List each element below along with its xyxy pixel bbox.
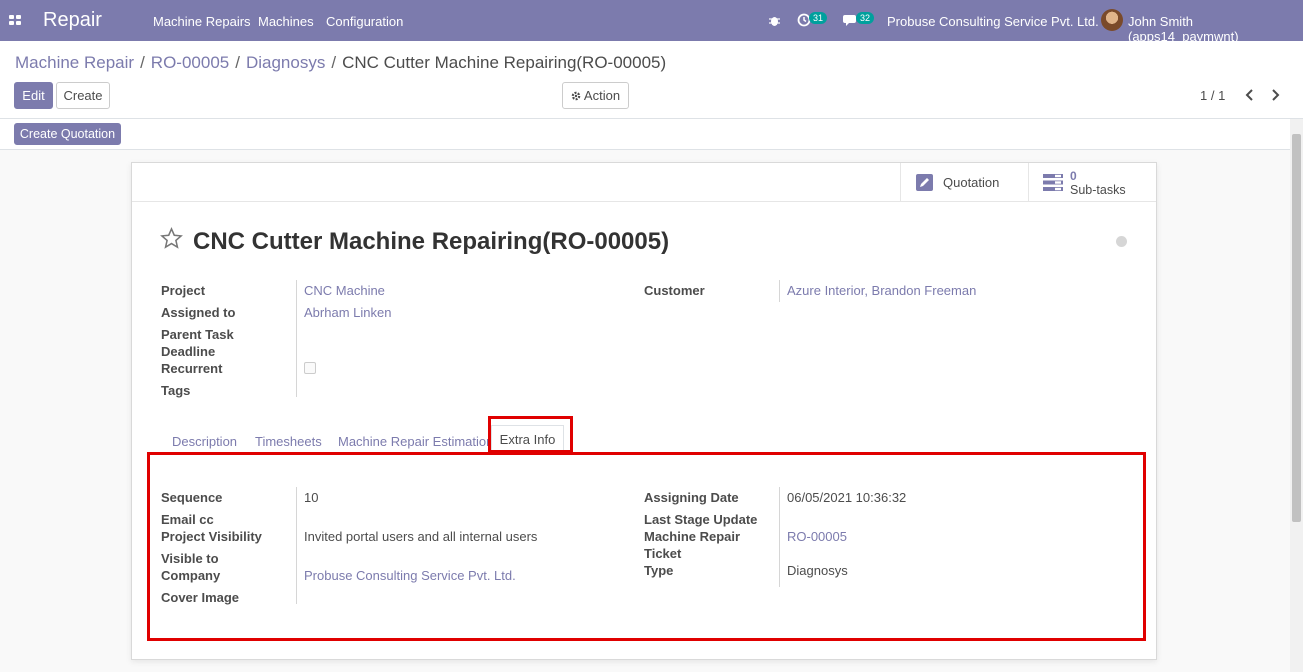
tab-timesheets[interactable]: Timesheets xyxy=(255,434,322,449)
quotation-smart-button[interactable]: Quotation xyxy=(900,163,1029,202)
tab-description[interactable]: Description xyxy=(172,434,237,449)
breadcrumb-current: CNC Cutter Machine Repairing(RO-00005) xyxy=(342,53,667,72)
chevron-left-icon[interactable] xyxy=(1245,89,1254,101)
bug-icon[interactable] xyxy=(768,14,781,27)
value-customer[interactable]: Azure Interior, Brandon Freeman xyxy=(787,283,976,298)
app-name[interactable]: Repair xyxy=(43,9,102,32)
menu-machine-repairs[interactable]: Machine Repairs xyxy=(153,14,251,29)
apps-menu-icon[interactable] xyxy=(9,15,21,26)
value-assigned-to[interactable]: Abrham Linken xyxy=(304,305,391,320)
messages-badge: 32 xyxy=(856,12,875,24)
value-project[interactable]: CNC Machine xyxy=(304,283,385,298)
menu-configuration[interactable]: Configuration xyxy=(326,14,403,29)
gear-icon xyxy=(571,91,581,100)
company-switcher[interactable]: Probuse Consulting Service Pvt. Ltd. xyxy=(887,14,1099,29)
create-quotation-button[interactable]: Create Quotation xyxy=(14,123,121,145)
statusbar: Create Quotation xyxy=(0,119,1290,150)
activity-badge: 31 xyxy=(809,12,828,24)
label-project: Project xyxy=(161,283,206,298)
action-label: Action xyxy=(583,88,621,103)
button-box: Quotation 0 Sub-tasks xyxy=(132,163,1156,202)
top-navbar: Repair Machine Repairs Machines Configur… xyxy=(0,0,1303,44)
kanban-state-indicator[interactable] xyxy=(1116,236,1127,247)
scrollbar-thumb[interactable] xyxy=(1292,134,1301,522)
edit-button[interactable]: Edit xyxy=(14,82,53,109)
label-customer: Customer xyxy=(644,283,705,298)
breadcrumb-ro[interactable]: RO-00005 xyxy=(151,53,229,72)
label-deadline: Deadline xyxy=(161,344,216,359)
label-assigned-to: Assigned to xyxy=(161,305,236,320)
control-panel: Machine Repair / RO-00005/Diagnosys / CNC Cu… xyxy=(0,41,1303,119)
highlight-extra-info-tab xyxy=(488,416,573,453)
subtasks-count: 0 xyxy=(1070,168,1077,183)
subtasks-label: Sub-tasks xyxy=(1070,182,1126,197)
action-button[interactable]: Action xyxy=(562,82,629,109)
breadcrumb-diagnosys[interactable]: Diagnosys xyxy=(246,53,325,72)
label-tags: Tags xyxy=(161,383,191,398)
pager-value[interactable]: 1 / 1 xyxy=(1200,88,1225,103)
chevron-right-icon[interactable] xyxy=(1271,89,1280,101)
subtasks-smart-button[interactable]: 0 Sub-tasks xyxy=(1028,163,1156,202)
tasks-list-icon xyxy=(1043,174,1063,191)
star-icon[interactable] xyxy=(160,227,183,250)
recurrent-checkbox[interactable] xyxy=(304,362,316,374)
record-title[interactable]: CNC Cutter Machine Repairing(RO-00005) xyxy=(193,228,669,256)
quotation-label: Quotation xyxy=(943,175,1000,190)
user-avatar[interactable] xyxy=(1101,9,1123,31)
highlight-extra-info-panel xyxy=(147,452,1146,641)
tab-machine-repair-estimation[interactable]: Machine Repair Estimation xyxy=(338,434,493,449)
user-menu[interactable]: John Smith (apps14_paymwnt) xyxy=(1128,14,1303,44)
label-recurrent: Recurrent xyxy=(161,361,223,376)
edit-pencil-icon xyxy=(916,174,933,191)
label-parent-task: Parent Task xyxy=(161,327,234,342)
menu-machines[interactable]: Machines xyxy=(258,14,314,29)
breadcrumb: Machine Repair / RO-00005/Diagnosys / CNC Cu… xyxy=(15,53,667,72)
create-button[interactable]: Create xyxy=(56,82,110,109)
breadcrumb-machine-repair[interactable]: Machine Repair xyxy=(15,53,134,72)
